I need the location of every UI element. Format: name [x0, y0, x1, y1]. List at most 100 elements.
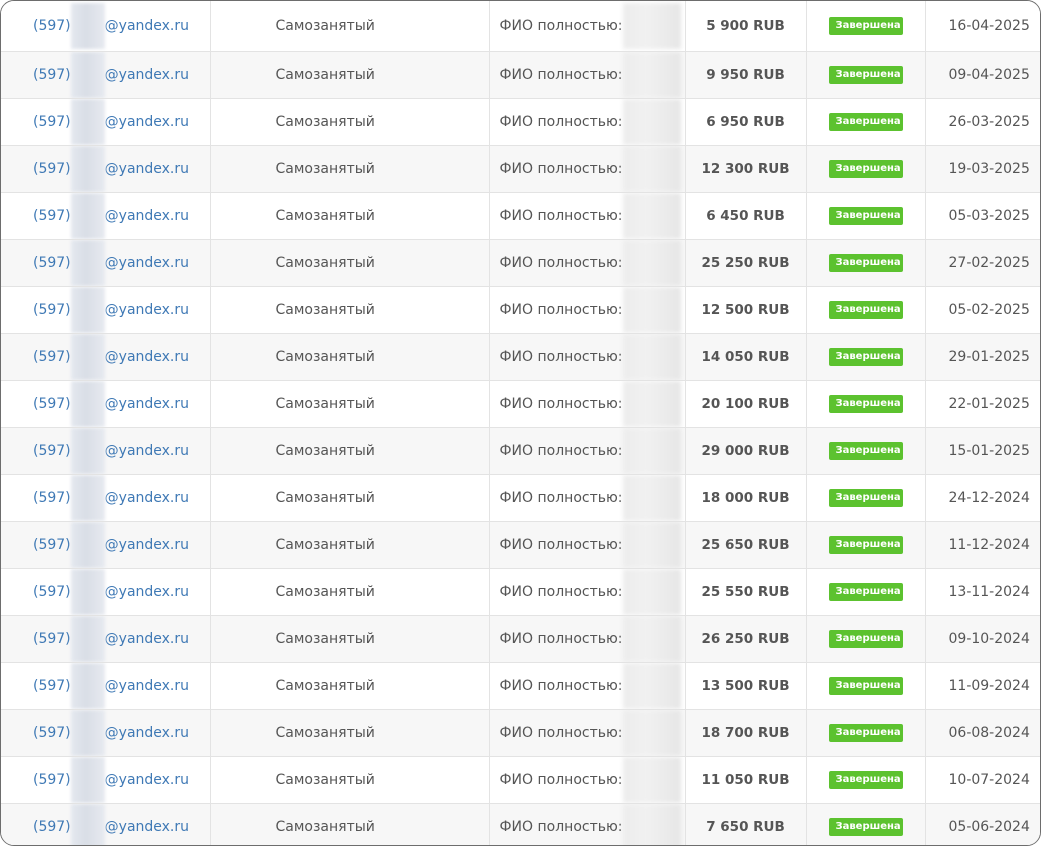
email-link[interactable]: (597) @yandex.ru	[33, 2, 189, 49]
email-link[interactable]: (597) @yandex.ru	[33, 803, 189, 845]
status-badge: Завершена	[828, 771, 903, 789]
redacted-name-blur	[622, 615, 681, 661]
email-cell: (597) @yandex.ru	[1, 239, 211, 287]
full-name-cell: ФИО полностью:	[489, 521, 686, 569]
redacted-email-blur	[70, 615, 105, 661]
status-badge: Завершена	[828, 17, 903, 36]
status-cell: Завершена	[806, 98, 926, 146]
email-link[interactable]: (597) @yandex.ru	[33, 286, 190, 332]
email-link[interactable]: (597) @yandex.ru	[33, 51, 189, 97]
full-name-cell: ФИО полностью:	[489, 286, 686, 334]
amount-cell: 11 050 RUB	[685, 756, 807, 804]
date-cell: 09-10-2024	[925, 615, 1040, 663]
full-name-cell: ФИО полностью:	[489, 427, 686, 475]
taxpayer-type-cell: Самозанятый	[210, 192, 490, 240]
email-link[interactable]: (597) @yandex.ru	[33, 756, 190, 802]
email-cell: (597) @yandex.ru	[1, 756, 211, 804]
redacted-name-blur	[622, 333, 681, 379]
status-badge: Завершена	[828, 66, 903, 84]
email-link[interactable]: (597) @yandex.ru	[33, 568, 189, 614]
email-link[interactable]: (597) @yandex.ru	[33, 474, 189, 520]
taxpayer-type-cell: Самозанятый	[210, 145, 490, 193]
redacted-email-blur	[70, 51, 105, 97]
status-cell: Завершена	[806, 615, 926, 663]
email-link[interactable]: (597) @yandex.ru	[33, 333, 189, 379]
full-name-cell: ФИО полностью:	[489, 51, 686, 99]
email-prefix: (597)	[33, 207, 71, 224]
table-row: (597) @yandex.ru Самозанятый ФИО полность…	[1, 51, 1040, 99]
email-link[interactable]: (597) @yandex.ru	[33, 98, 189, 144]
email-link[interactable]: (597) @yandex.ru	[33, 662, 189, 708]
taxpayer-type-cell: Самозанятый	[210, 568, 490, 616]
email-domain: @yandex.ru	[104, 630, 190, 647]
email-cell: (597) @yandex.ru	[1, 192, 211, 240]
status-cell: Завершена	[806, 521, 926, 569]
email-link[interactable]: (597) @yandex.ru	[33, 709, 189, 755]
status-badge: Завершена	[828, 630, 903, 648]
email-cell: (597) @yandex.ru	[1, 145, 211, 193]
date-cell: 05-03-2025	[925, 192, 1040, 240]
full-name-cell: ФИО полностью:	[489, 333, 686, 381]
taxpayer-type-cell: Самозанятый	[210, 615, 490, 663]
status-badge: Завершена	[828, 395, 903, 413]
status-badge: Завершена	[828, 677, 903, 695]
full-name-cell: ФИО полностью:	[489, 662, 686, 710]
redacted-email-blur	[70, 380, 105, 426]
email-prefix: (597)	[33, 771, 71, 788]
email-prefix: (597)	[33, 724, 71, 741]
redacted-name-blur	[622, 192, 681, 238]
email-link[interactable]: (597) @yandex.ru	[33, 615, 190, 661]
email-link[interactable]: (597) @yandex.ru	[33, 192, 189, 238]
email-link[interactable]: (597) @yandex.ru	[33, 145, 190, 191]
date-cell: 09-04-2025	[925, 51, 1040, 99]
redacted-name-blur	[622, 51, 681, 97]
taxpayer-type-cell: Самозанятый	[210, 51, 490, 99]
email-link[interactable]: (597) @yandex.ru	[33, 380, 189, 426]
taxpayer-type-cell: Самозанятый	[210, 380, 490, 428]
email-cell: (597) @yandex.ru	[1, 427, 211, 475]
date-cell: 22-01-2025	[925, 380, 1040, 428]
full-name-label: ФИО полностью:	[499, 301, 623, 318]
status-badge: Завершена	[828, 207, 903, 225]
transactions-panel: (597) @yandex.ru Самозанятый ФИО полность…	[0, 0, 1041, 846]
email-link[interactable]: (597) @yandex.ru	[33, 427, 189, 473]
date-cell: 11-12-2024	[925, 521, 1040, 569]
email-prefix: (597)	[33, 160, 71, 177]
status-cell: Завершена	[806, 568, 926, 616]
full-name-label: ФИО полностью:	[499, 442, 623, 459]
redacted-name-blur	[622, 662, 681, 708]
email-prefix: (597)	[33, 677, 71, 694]
redacted-email-blur	[70, 2, 105, 49]
table-row: (597) @yandex.ru Самозанятый ФИО полность…	[1, 756, 1040, 804]
redacted-name-blur	[622, 98, 681, 144]
full-name-cell: ФИО полностью:	[489, 192, 686, 240]
amount-cell: 12 300 RUB	[685, 145, 807, 193]
email-domain: @yandex.ru	[104, 160, 190, 177]
email-link[interactable]: (597) @yandex.ru	[33, 521, 189, 567]
redacted-email-blur	[70, 98, 105, 144]
table-row: (597) @yandex.ru Самозанятый ФИО полность…	[1, 98, 1040, 146]
status-badge: Завершена	[828, 583, 903, 601]
redacted-name-blur	[622, 709, 681, 755]
email-prefix: (597)	[33, 113, 71, 130]
email-domain: @yandex.ru	[104, 771, 190, 788]
full-name-label: ФИО полностью:	[499, 17, 623, 34]
amount-cell: 7 650 RUB	[685, 803, 807, 845]
redacted-email-blur	[70, 662, 105, 708]
email-link[interactable]: (597) @yandex.ru	[33, 239, 189, 285]
redacted-email-blur	[70, 333, 105, 379]
table-row: (597) @yandex.ru Самозанятый ФИО полность…	[1, 474, 1040, 522]
status-badge: Завершена	[828, 442, 903, 460]
redacted-name-blur	[622, 474, 681, 520]
date-cell: 24-12-2024	[925, 474, 1040, 522]
full-name-label: ФИО полностью:	[499, 254, 623, 271]
redacted-email-blur	[70, 286, 105, 332]
amount-cell: 25 650 RUB	[685, 521, 807, 569]
date-cell: 15-01-2025	[925, 427, 1040, 475]
table-row: (597) @yandex.ru Самозанятый ФИО полность…	[1, 662, 1040, 710]
email-domain: @yandex.ru	[104, 301, 190, 318]
email-prefix: (597)	[33, 818, 71, 835]
table-row: (597) @yandex.ru Самозанятый ФИО полность…	[1, 709, 1040, 757]
date-cell: 05-02-2025	[925, 286, 1040, 334]
full-name-cell: ФИО полностью:	[489, 803, 686, 845]
